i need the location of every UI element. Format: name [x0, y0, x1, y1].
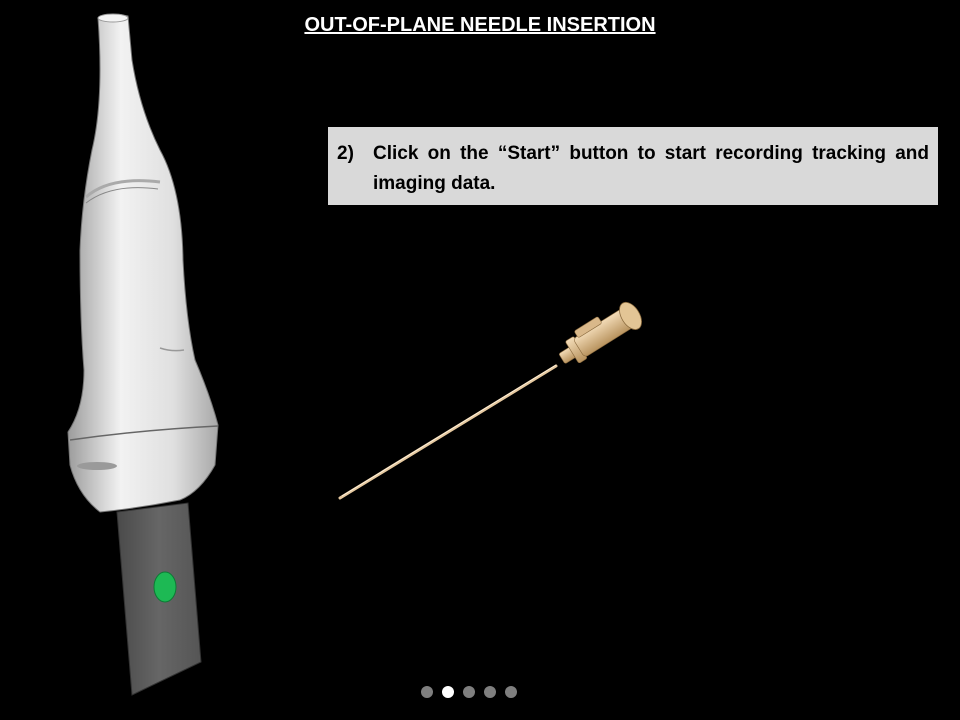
pagination-dots — [421, 686, 517, 698]
page-dot-2[interactable] — [442, 686, 454, 698]
page-dot-3[interactable] — [463, 686, 475, 698]
page-dot-1[interactable] — [421, 686, 433, 698]
scene-illustration — [67, 13, 642, 696]
page-dot-4[interactable] — [484, 686, 496, 698]
needle — [338, 301, 642, 500]
page-dot-5[interactable] — [505, 686, 517, 698]
orientation-marker — [153, 571, 177, 603]
ultrasound-probe — [67, 13, 219, 696]
